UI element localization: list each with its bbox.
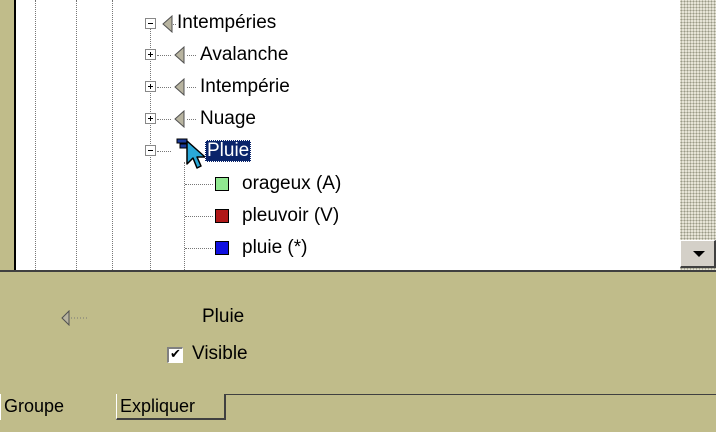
tab-label: Expliquer	[120, 396, 196, 416]
tree-left-border	[0, 0, 16, 270]
tree-guide-line	[76, 0, 77, 270]
tab-label: Groupe	[4, 396, 65, 416]
speaker-icon	[174, 110, 185, 128]
color-swatch	[215, 241, 229, 255]
tab-groupe[interactable]: Groupe	[0, 394, 116, 420]
speaker-icon	[174, 46, 185, 64]
tree-view[interactable]: Intempéries Avalanche Intempérie Nuage P…	[0, 0, 716, 270]
expand-icon[interactable]	[145, 113, 156, 124]
speaker-icon	[162, 15, 173, 33]
tree-leaf-label[interactable]: pluie (*)	[242, 237, 307, 259]
visible-label[interactable]: Visible	[192, 343, 248, 365]
speaker-icon	[174, 78, 185, 96]
tree-guide-line	[35, 0, 36, 270]
collapse-icon[interactable]	[145, 18, 156, 29]
expand-icon[interactable]	[145, 49, 156, 60]
speaker-icon	[61, 310, 88, 326]
scroll-down-button[interactable]	[680, 240, 716, 268]
details-panel: Pluie ✔ Visible Groupe Expliquer	[0, 270, 716, 432]
tab-expliquer[interactable]: Expliquer	[116, 394, 226, 420]
tree-guide-line	[112, 0, 113, 270]
vertical-scrollbar[interactable]	[680, 0, 716, 270]
visible-checkbox[interactable]: ✔	[167, 347, 183, 363]
tree-item-label[interactable]: Nuage	[200, 108, 256, 130]
tree-leaf-label[interactable]: pleuvoir (V)	[242, 205, 339, 227]
collapse-icon[interactable]	[145, 145, 156, 156]
tree-item-label[interactable]: Avalanche	[200, 44, 288, 66]
tree-leaf-label[interactable]: orageux (A)	[242, 173, 341, 195]
color-swatch	[215, 209, 229, 223]
group-name-label: Pluie	[202, 306, 245, 327]
color-swatch	[215, 177, 229, 191]
tree-item-label-selected[interactable]: Pluie	[205, 140, 252, 162]
checkmark-icon: ✔	[170, 347, 181, 362]
cursor-arrow-icon	[186, 140, 206, 169]
tree-item-label[interactable]: Intempéries	[177, 12, 276, 34]
tree-item-label[interactable]: Intempérie	[200, 76, 290, 98]
expand-icon[interactable]	[145, 81, 156, 92]
